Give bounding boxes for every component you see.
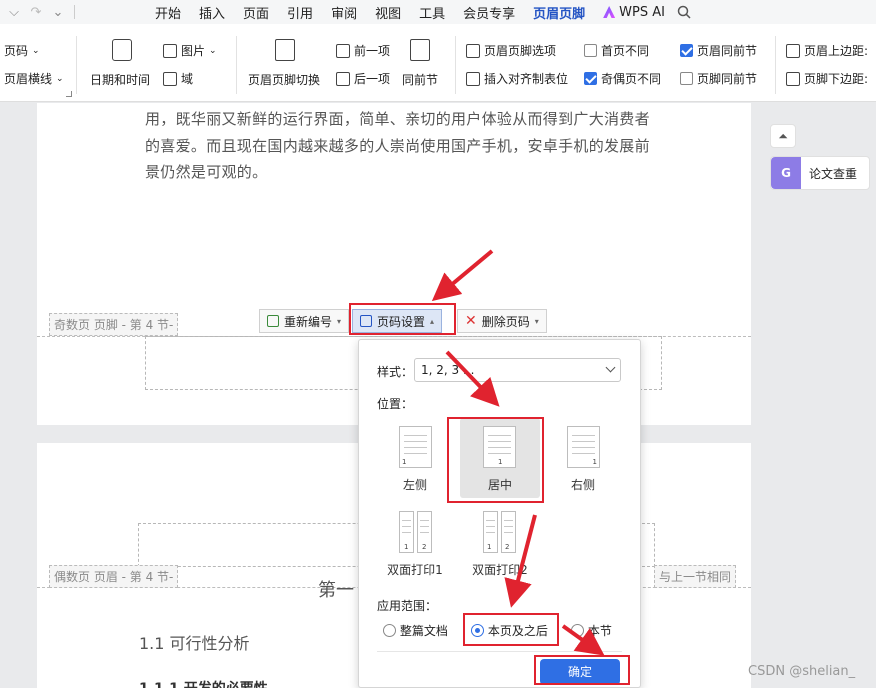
arrow-to-settings <box>431 249 494 302</box>
watermark: CSDN @shelian_ <box>748 664 856 679</box>
arrow-to-scope <box>504 514 537 608</box>
annotation-arrows <box>431 249 605 656</box>
arrow-to-ok <box>561 624 605 656</box>
arrow-to-center <box>445 350 500 407</box>
